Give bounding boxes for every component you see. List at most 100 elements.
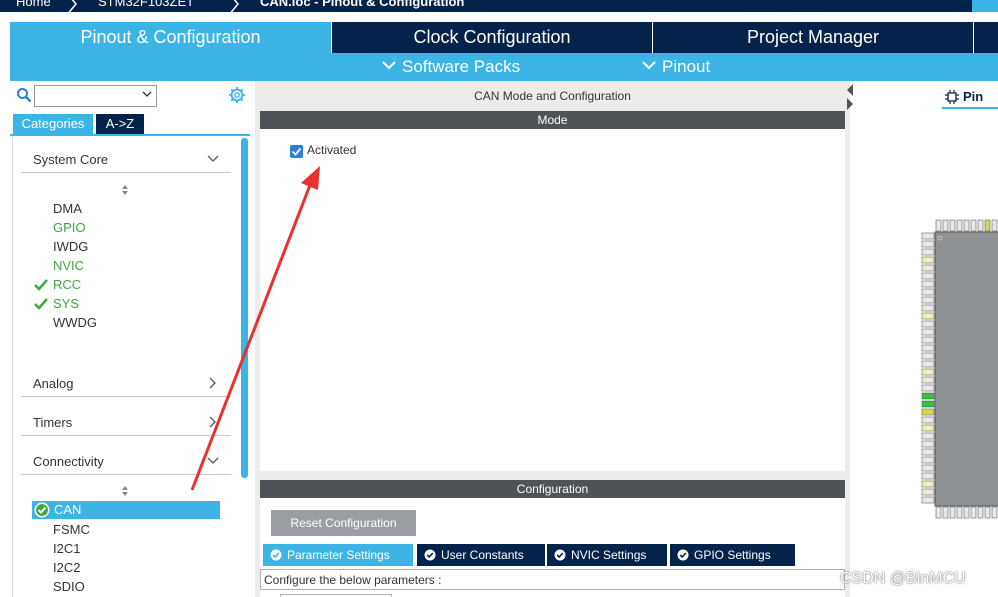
chip-pin[interactable] [963,506,970,519]
chip-pin[interactable] [921,264,935,272]
parameters-hint: Configure the below parameters : [264,573,442,587]
item-can[interactable]: CAN [32,501,220,519]
chip-pin[interactable] [970,506,977,519]
chip-pin[interactable] [921,280,935,288]
chip-pin[interactable] [949,219,956,232]
chip-pin[interactable] [921,384,935,392]
item-i2c2[interactable]: I2C2 [53,560,80,575]
tab-user-constants[interactable]: User Constants [417,544,545,566]
chip-pin[interactable] [921,392,935,400]
chip-pin[interactable] [984,219,991,232]
sub-menu-bar: Software Packs Pinout [10,53,998,81]
software-packs-menu[interactable]: Software Packs [382,53,520,81]
breadcrumb-home[interactable]: Home [16,0,51,9]
chip-pin[interactable] [921,312,935,320]
chip-pin[interactable] [942,506,949,519]
sort-icon[interactable] [120,485,130,497]
chip-pin[interactable] [949,506,956,519]
chip-pin[interactable] [921,376,935,384]
vertical-scrollbar[interactable] [241,138,248,478]
gear-icon[interactable] [228,86,246,104]
tab-project-manager[interactable]: Project Manager [653,22,973,53]
item-dma[interactable]: DMA [53,201,82,216]
item-wwdg[interactable]: WWDG [53,315,97,330]
tab-categories[interactable]: Categories [13,114,93,134]
tab-pinout-configuration[interactable]: Pinout & Configuration [10,22,331,53]
section-analog[interactable]: Analog [21,373,231,395]
search-input[interactable] [34,85,157,107]
chip-pin[interactable] [921,352,935,360]
section-timers[interactable]: Timers [21,412,231,434]
chevron-right-icon [209,377,216,389]
item-iwdg[interactable]: IWDG [53,239,88,254]
item-rcc[interactable]: RCC [53,277,81,292]
chip-pin[interactable] [921,288,935,296]
tab-gpio-settings[interactable]: GPIO Settings [670,544,795,566]
reset-configuration-button[interactable]: Reset Configuration [271,510,416,536]
chip-pin[interactable] [956,219,963,232]
chip-pin[interactable] [921,448,935,456]
chip-pin[interactable] [921,432,935,440]
chip-pin[interactable] [956,506,963,519]
chip-pin[interactable] [921,480,935,488]
activated-checkbox[interactable] [290,145,303,158]
chip-pin[interactable] [984,506,991,519]
chip-pin[interactable] [921,368,935,376]
item-sys[interactable]: SYS [53,296,79,311]
tab-a-to-z[interactable]: A->Z [96,114,144,134]
chip-pin[interactable] [921,256,935,264]
tab-pinout-view[interactable]: Pin [943,87,998,109]
chip-pin[interactable] [921,240,935,248]
chip-pin[interactable] [921,328,935,336]
item-gpio[interactable]: GPIO [53,220,86,235]
tab-nvic-settings[interactable]: NVIC Settings [547,544,667,566]
tab-tools[interactable] [974,22,998,53]
pinout-menu[interactable]: Pinout [642,53,710,81]
chip-pin[interactable] [921,424,935,432]
chip-pin[interactable] [921,400,935,408]
chip-pin[interactable] [921,336,935,344]
tab-clock-configuration[interactable]: Clock Configuration [332,22,652,53]
chip-pin[interactable] [970,219,977,232]
chip-pin[interactable] [921,496,935,504]
section-system-core[interactable]: System Core [21,149,231,171]
chip-pin[interactable] [921,408,935,416]
breadcrumb-device[interactable]: STM32F103ZET [98,0,194,9]
sort-icon[interactable] [120,184,130,196]
chip-pin[interactable] [921,440,935,448]
chip-pin[interactable] [921,360,935,368]
item-i2c1[interactable]: I2C1 [53,541,80,556]
section-connectivity[interactable]: Connectivity [21,451,231,473]
chip-pin[interactable] [921,272,935,280]
chip-pin[interactable] [942,219,949,232]
tab-parameter-settings[interactable]: Parameter Settings [263,544,413,566]
chip-pin[interactable] [977,506,984,519]
chip-pin[interactable] [921,296,935,304]
chip-pin[interactable] [921,416,935,424]
chip-pin[interactable] [991,219,998,232]
chip-pin[interactable] [963,219,970,232]
mcu-chip-diagram[interactable] [921,219,998,519]
chip-pin[interactable] [991,506,998,519]
expand-right-icon[interactable] [846,98,854,110]
breadcrumb-file[interactable]: CAN.ioc - Pinout & Configuration [260,0,464,9]
chip-pin[interactable] [921,456,935,464]
item-nvic[interactable]: NVIC [53,258,84,273]
item-sdio[interactable]: SDIO [53,579,85,594]
chip-pin[interactable] [921,464,935,472]
collapse-left-icon[interactable] [846,84,854,96]
category-tree [12,136,250,597]
chip-pin[interactable] [921,232,935,240]
chip-pin[interactable] [977,219,984,232]
search-icon[interactable] [16,87,32,103]
chip-pin[interactable] [921,304,935,312]
chip-pin[interactable] [921,344,935,352]
chip-pin[interactable] [921,488,935,496]
chip-pin[interactable] [935,219,942,232]
chip-pin[interactable] [921,472,935,480]
chevron-down-icon[interactable] [142,89,152,99]
chip-pin[interactable] [935,506,942,519]
chip-pin[interactable] [921,248,935,256]
item-fsmc[interactable]: FSMC [53,522,90,537]
chip-pin[interactable] [921,320,935,328]
